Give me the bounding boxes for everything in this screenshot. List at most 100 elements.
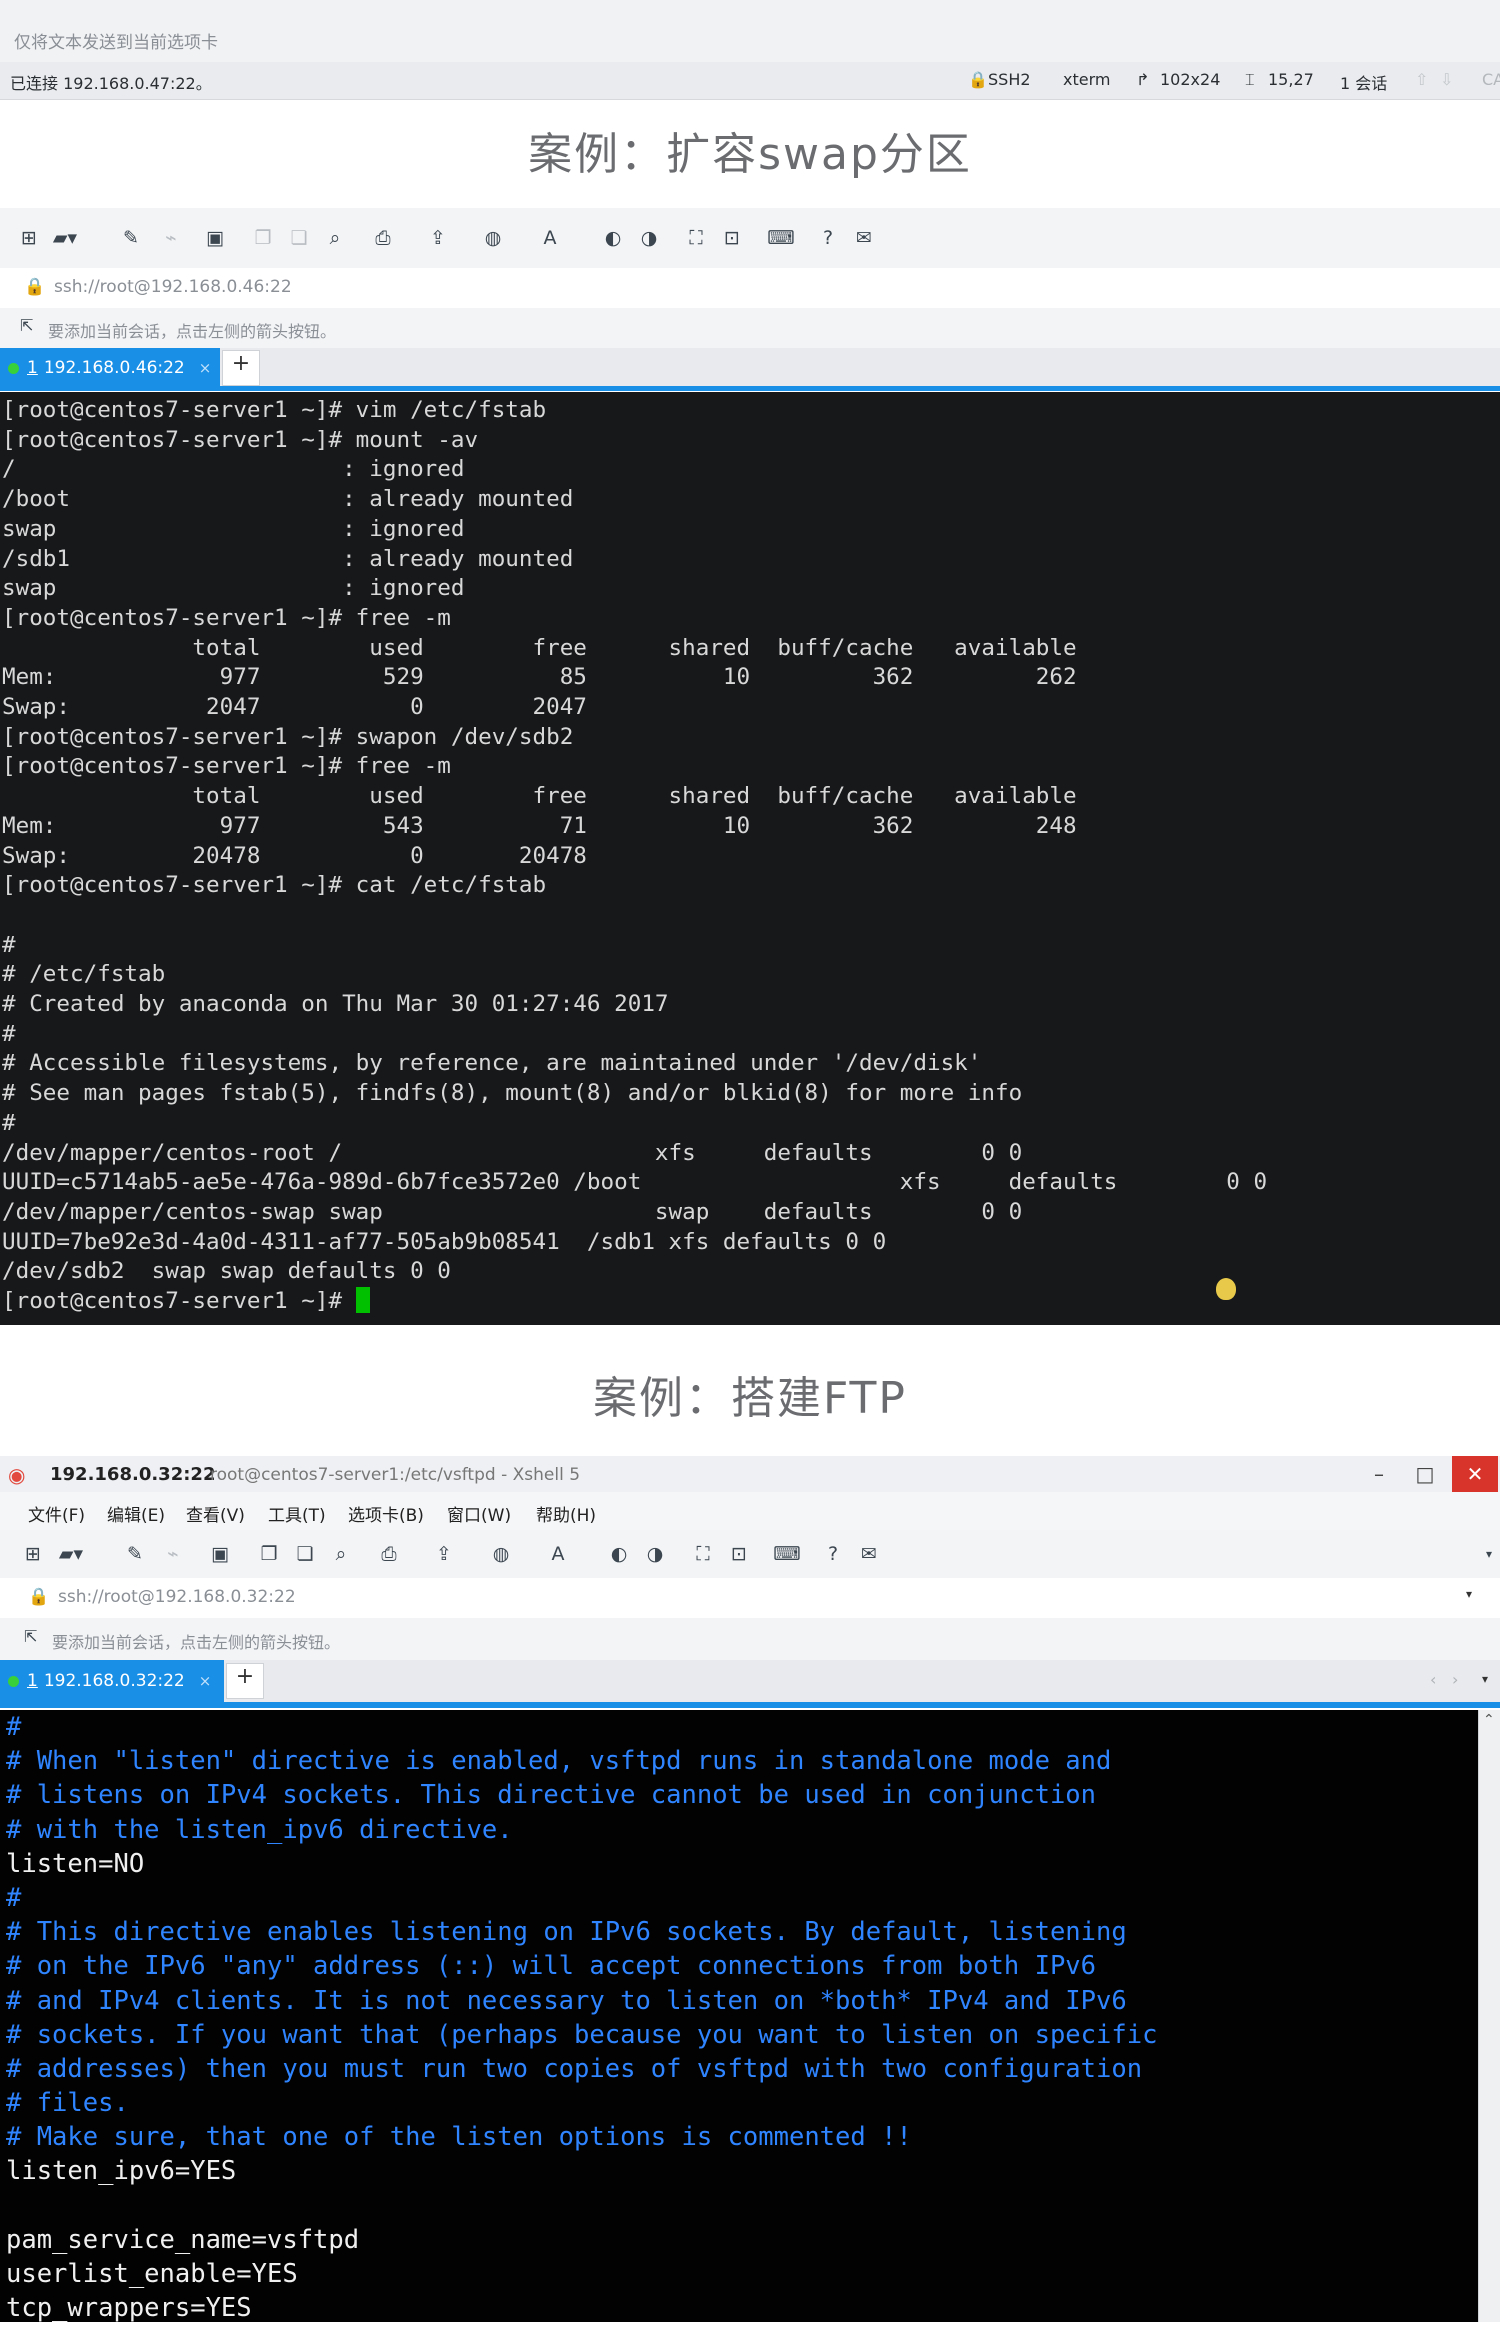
properties-icon[interactable]: ▣	[202, 225, 228, 251]
keyboard-icon[interactable]: ⌨	[767, 225, 794, 251]
find-icon[interactable]: ⌕	[328, 1541, 354, 1567]
menu-edit[interactable]: 编辑(E)	[107, 1501, 165, 1526]
toolbar: ⊞ ▰▾ ✎ ⌁ ▣ ❐ ❏ ⌕ ⎙ ⇪ ◍ A ◐ ◑ ⛶ ⊡ ⌨ ? ✉	[0, 208, 1500, 269]
lock-icon[interactable]: ⊡	[719, 225, 745, 251]
tab-session-1[interactable]: 1 192.168.0.46:22 ×	[0, 348, 220, 388]
disconnect-icon[interactable]: ⌁	[158, 225, 184, 251]
transfer-icon[interactable]: ⇪	[425, 225, 451, 251]
print-icon[interactable]: ⎙	[376, 1541, 402, 1567]
lock-icon: 🔒	[24, 277, 46, 297]
disconnect-icon[interactable]: ⌁	[160, 1541, 186, 1567]
fullscreen-icon[interactable]: ⛶	[690, 1541, 716, 1567]
send-text-bar[interactable]: 仅将文本发送到当前选项卡	[0, 0, 1500, 63]
protocol-label: SSH2	[988, 70, 1031, 89]
menu-tools[interactable]: 工具(T)	[268, 1501, 326, 1526]
copy-icon[interactable]: ❐	[256, 1541, 282, 1567]
config-comment-line: # files.	[6, 2088, 129, 2119]
font-icon[interactable]: A	[545, 1541, 571, 1567]
terminal-text: [root@centos7-server1 ~]# vim /etc/fstab…	[2, 397, 1268, 1315]
help-icon[interactable]: ?	[820, 1541, 846, 1567]
config-comment-line: # Make sure, that one of the listen opti…	[6, 2122, 912, 2153]
cursor-pos-icon: ⌶	[1245, 70, 1255, 89]
xftp-icon[interactable]: ◐	[600, 225, 626, 251]
chat-icon[interactable]: ✉	[851, 225, 877, 251]
scroll-up-icon[interactable]: ⌃	[1483, 1712, 1495, 1728]
config-line: tcp_wrappers=YES	[6, 2293, 252, 2324]
chevron-down-icon[interactable]: ▾	[1480, 1541, 1498, 1567]
menu-file[interactable]: 文件(F)	[28, 1501, 85, 1526]
font-icon[interactable]: A	[537, 225, 563, 251]
minimize-button[interactable]: –	[1356, 1456, 1402, 1492]
section-title-ftp: 案例：搭建FTP	[593, 1373, 907, 1424]
cursor-position: 15,27	[1268, 70, 1314, 89]
chevron-down-icon[interactable]: ▾	[1466, 1587, 1472, 1601]
close-button[interactable]: ✕	[1452, 1456, 1498, 1492]
open-folder-icon[interactable]: ▰▾	[58, 1541, 84, 1567]
scrollbar[interactable]: ⌃	[1478, 1710, 1500, 2322]
xftp-icon[interactable]: ◐	[606, 1541, 632, 1567]
add-session-arrow-icon[interactable]: ⇱	[20, 316, 33, 335]
properties-icon[interactable]: ▣	[207, 1541, 233, 1567]
config-line: pam_service_name=vsftpd	[6, 2224, 360, 2255]
config-line: userlist_enable=YES	[6, 2259, 298, 2289]
arrow-up-icon[interactable]: ⇧	[1415, 70, 1428, 89]
config-line: listen=NO	[6, 1848, 145, 1879]
new-session-icon[interactable]: ⊞	[20, 1541, 46, 1567]
tab-scroll-left-icon[interactable]: ‹	[1430, 1670, 1436, 1689]
globe-icon[interactable]: ◍	[480, 225, 506, 251]
lock-icon[interactable]: ⊡	[726, 1541, 752, 1567]
transfer-icon[interactable]: ⇪	[431, 1541, 457, 1567]
address-bar-2[interactable]: 🔒 ssh://root@192.168.0.32:22 ▾	[0, 1578, 1500, 1619]
new-session-icon[interactable]: ⊞	[16, 225, 42, 251]
session-hint-bar-2: ⇱ 要添加当前会话，点击左侧的箭头按钮。	[0, 1618, 1500, 1661]
tab-list-icon[interactable]: ▾	[1482, 1672, 1488, 1686]
send-text-placeholder: 仅将文本发送到当前选项卡	[14, 33, 218, 53]
xshell-logo-icon: ◉	[8, 1463, 26, 1487]
tab-bar-2: 1 192.168.0.32:22 × + ‹ › ▾	[0, 1660, 1500, 1702]
menu-tabs[interactable]: 选项卡(B)	[348, 1501, 424, 1526]
tab-number: 1	[27, 1671, 38, 1691]
shell-prompt: [root@centos7-server1 ~]#	[2, 1288, 356, 1315]
close-tab-icon[interactable]: ×	[199, 1672, 212, 1690]
keyboard-icon[interactable]: ⌨	[773, 1541, 800, 1567]
edit-icon[interactable]: ✎	[118, 225, 144, 251]
tab-scroll-right-icon[interactable]: ›	[1452, 1670, 1458, 1689]
tab-underline	[0, 386, 1500, 391]
menu-view[interactable]: 查看(V)	[186, 1501, 245, 1526]
config-comment-line: #	[6, 1712, 22, 1742]
menu-help[interactable]: 帮助(H)	[536, 1501, 596, 1526]
tab-session-1[interactable]: 1 192.168.0.32:22 ×	[0, 1660, 224, 1702]
help-icon[interactable]: ?	[815, 225, 841, 251]
copy-icon[interactable]: ❐	[250, 225, 276, 251]
address-bar[interactable]: 🔒 ssh://root@192.168.0.46:22	[0, 268, 1500, 309]
arrow-down-icon[interactable]: ⇩	[1440, 70, 1453, 89]
session-count: 1 会话	[1340, 74, 1388, 93]
maximize-button[interactable]: □	[1402, 1456, 1448, 1492]
menu-window[interactable]: 窗口(W)	[447, 1501, 511, 1526]
fullscreen-icon[interactable]: ⛶	[683, 225, 709, 251]
caps-indicator: CA	[1482, 70, 1500, 89]
terminal-output[interactable]: [root@centos7-server1 ~]# vim /etc/fstab…	[0, 392, 1500, 1325]
window-title-bar[interactable]: ◉ 192.168.0.32:22 root@centos7-server1:/…	[0, 1456, 1500, 1493]
edit-icon[interactable]: ✎	[122, 1541, 148, 1567]
globe-icon[interactable]: ◍	[488, 1541, 514, 1567]
new-tab-button[interactable]: +	[222, 350, 260, 386]
paste-icon[interactable]: ❏	[286, 225, 312, 251]
xmanager-icon[interactable]: ◑	[642, 1541, 668, 1567]
add-session-arrow-icon[interactable]: ⇱	[24, 1627, 37, 1646]
config-comment-line: # and IPv4 clients. It is not necessary …	[6, 1985, 1127, 2016]
new-tab-button[interactable]: +	[226, 1663, 264, 1699]
find-icon[interactable]: ⌕	[322, 225, 348, 251]
print-icon[interactable]: ⎙	[370, 225, 396, 251]
terminal-output-2[interactable]: # # When "listen" directive is enabled, v…	[0, 1710, 1478, 2324]
chat-icon[interactable]: ✉	[856, 1541, 882, 1567]
tab-label: 192.168.0.32:22	[43, 1671, 185, 1691]
config-comment-line: # This directive enables listening on IP…	[6, 1917, 1127, 1948]
hint-text: 要添加当前会话，点击左侧的箭头按钮。	[48, 322, 337, 341]
paste-icon[interactable]: ❏	[292, 1541, 318, 1567]
toolbar-2: ⊞ ▰▾ ✎ ⌁ ▣ ❐ ❏ ⌕ ⎙ ⇪ ◍ A ◐ ◑ ⛶ ⊡ ⌨ ? ✉ ▾	[0, 1530, 1500, 1579]
open-folder-icon[interactable]: ▰▾	[52, 225, 78, 251]
close-tab-icon[interactable]: ×	[199, 359, 212, 377]
config-comment-line: # on the IPv6 "any" address (::) will ac…	[6, 1951, 1097, 1982]
xmanager-icon[interactable]: ◑	[636, 225, 662, 251]
